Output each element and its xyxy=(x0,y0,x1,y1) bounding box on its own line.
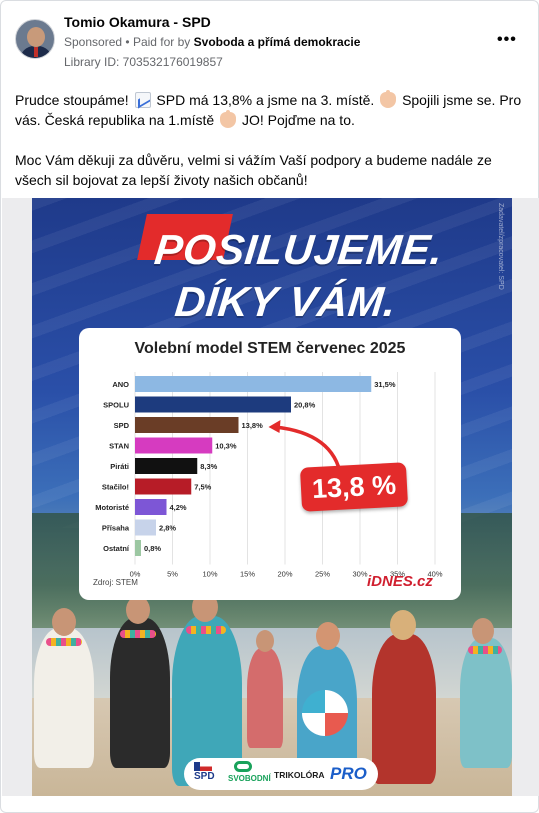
category-label: STAN xyxy=(109,442,129,451)
post-text-d: JO! Pojďme na to. xyxy=(242,112,355,128)
category-label: ANO xyxy=(112,380,129,389)
svobodni-mark-icon xyxy=(234,761,252,772)
value-label: 4,2% xyxy=(170,503,187,512)
value-label: 13,8% xyxy=(242,421,264,430)
category-label: SPD xyxy=(114,421,130,430)
arrow-head-icon xyxy=(268,420,281,433)
payer-link[interactable]: Svoboda a přímá demokracie xyxy=(194,35,361,49)
poster-headline: POSILUJEME. DÍKY VÁM. xyxy=(147,224,446,328)
flower-lei xyxy=(46,638,82,646)
spd-result-callout: 13,8 % xyxy=(299,462,409,512)
post-text-b: SPD má 13,8% a jsme na 3. místě. xyxy=(156,92,375,108)
thumbs-up-icon xyxy=(380,90,397,108)
category-label: Piráti xyxy=(110,462,129,471)
flower-lei xyxy=(186,626,226,634)
person-figure xyxy=(460,638,512,768)
avatar-tie xyxy=(34,47,38,57)
person-figure xyxy=(110,618,170,768)
spd-flag-icon xyxy=(194,762,212,771)
headline-line-2: DÍKY VÁM. xyxy=(172,278,399,325)
person-head xyxy=(256,630,274,652)
person-head xyxy=(316,622,340,650)
headline-line-1: POSILUJEME. xyxy=(152,226,446,273)
post-paragraph-2: Moc Vám děkuji za důvěru, velmi si vážím… xyxy=(15,152,492,188)
bar-stačilo! xyxy=(135,478,192,495)
x-tick-label: 15% xyxy=(240,570,255,579)
value-label: 8,3% xyxy=(200,462,217,471)
sponsor-line: Sponsored • Paid for by Svoboda a přímá … xyxy=(64,35,360,49)
category-label: SPOLU xyxy=(103,401,129,410)
avatar[interactable] xyxy=(15,19,55,59)
bar-piráti xyxy=(135,458,198,474)
x-tick-label: 10% xyxy=(202,570,217,579)
value-label: 7,5% xyxy=(194,483,211,492)
value-label: 10,3% xyxy=(215,442,237,451)
category-label: Ostatní xyxy=(103,544,130,553)
person-figure xyxy=(372,634,436,784)
chart-increasing-icon xyxy=(134,92,151,108)
post-text-a: Prudce stoupáme! xyxy=(15,92,129,108)
sponsored-label: Sponsored xyxy=(64,35,123,49)
separator-dot: • xyxy=(125,35,133,49)
post-paragraph-1: Prudce stoupáme! SPD má 13,8% a jsme na … xyxy=(15,90,530,130)
person-head xyxy=(472,618,494,644)
flower-lei xyxy=(120,630,156,638)
person-head xyxy=(52,608,76,636)
flower-lei xyxy=(468,646,502,654)
poster: POSILUJEME. DÍKY VÁM. Zadavatel/zpracova… xyxy=(32,198,512,796)
person-head xyxy=(126,596,150,624)
idnes-logo: iDNES.cz xyxy=(367,573,433,590)
thumbs-up-icon xyxy=(220,110,237,128)
side-note: Zadavatel/zpracovatel: SPD xyxy=(497,203,504,290)
category-label: Motoristé xyxy=(95,503,129,512)
more-options-icon[interactable]: ••• xyxy=(497,31,517,49)
chart-source: Zdroj: STEM xyxy=(93,578,138,587)
bar-spolu xyxy=(135,396,291,413)
pro-logo: PRO xyxy=(330,764,367,783)
person-figure xyxy=(34,628,94,768)
bar-ostatní xyxy=(135,540,141,556)
party-logos-bar: SPD SVOBODNÍ TRIKOLÓRA PRO xyxy=(184,758,378,790)
spd-logo: SPD xyxy=(194,771,215,782)
ad-card: Tomio Okamura - SPD Sponsored • Paid for… xyxy=(0,0,539,813)
bar-přísaha xyxy=(135,519,156,536)
library-id: Library ID: 703532176019857 xyxy=(64,55,223,69)
x-tick-label: 20% xyxy=(277,570,292,579)
bar-stan xyxy=(135,437,213,454)
x-tick-label: 30% xyxy=(352,570,367,579)
category-label: Přísaha xyxy=(102,524,130,533)
bar-ano xyxy=(135,376,372,392)
value-label: 0,8% xyxy=(144,544,161,553)
ad-image[interactable]: POSILUJEME. DÍKY VÁM. Zadavatel/zpracova… xyxy=(2,198,539,796)
x-tick-label: 5% xyxy=(167,570,178,579)
post-text: Prudce stoupáme! SPD má 13,8% a jsme na … xyxy=(15,90,530,210)
svobodni-logo: SVOBODNÍ xyxy=(228,774,271,783)
author-name[interactable]: Tomio Okamura - SPD xyxy=(64,14,211,30)
person-figure xyxy=(247,648,283,748)
bar-spd xyxy=(135,417,239,433)
x-tick-label: 25% xyxy=(315,570,330,579)
avatar-face xyxy=(27,27,45,47)
person-head xyxy=(390,610,416,640)
value-label: 31,5% xyxy=(374,380,396,389)
category-label: Stačilo! xyxy=(102,483,129,492)
value-label: 2,8% xyxy=(159,524,176,533)
poll-chart-card: Volební model STEM červenec 2025 0% 5% 10%… xyxy=(79,328,461,600)
value-label: 20,8% xyxy=(294,401,316,410)
beach-ball xyxy=(302,690,348,736)
bar-motoristé xyxy=(135,499,167,515)
trikolora-logo: TRIKOLÓRA xyxy=(274,770,325,780)
paid-for-label: Paid for by xyxy=(132,35,191,49)
